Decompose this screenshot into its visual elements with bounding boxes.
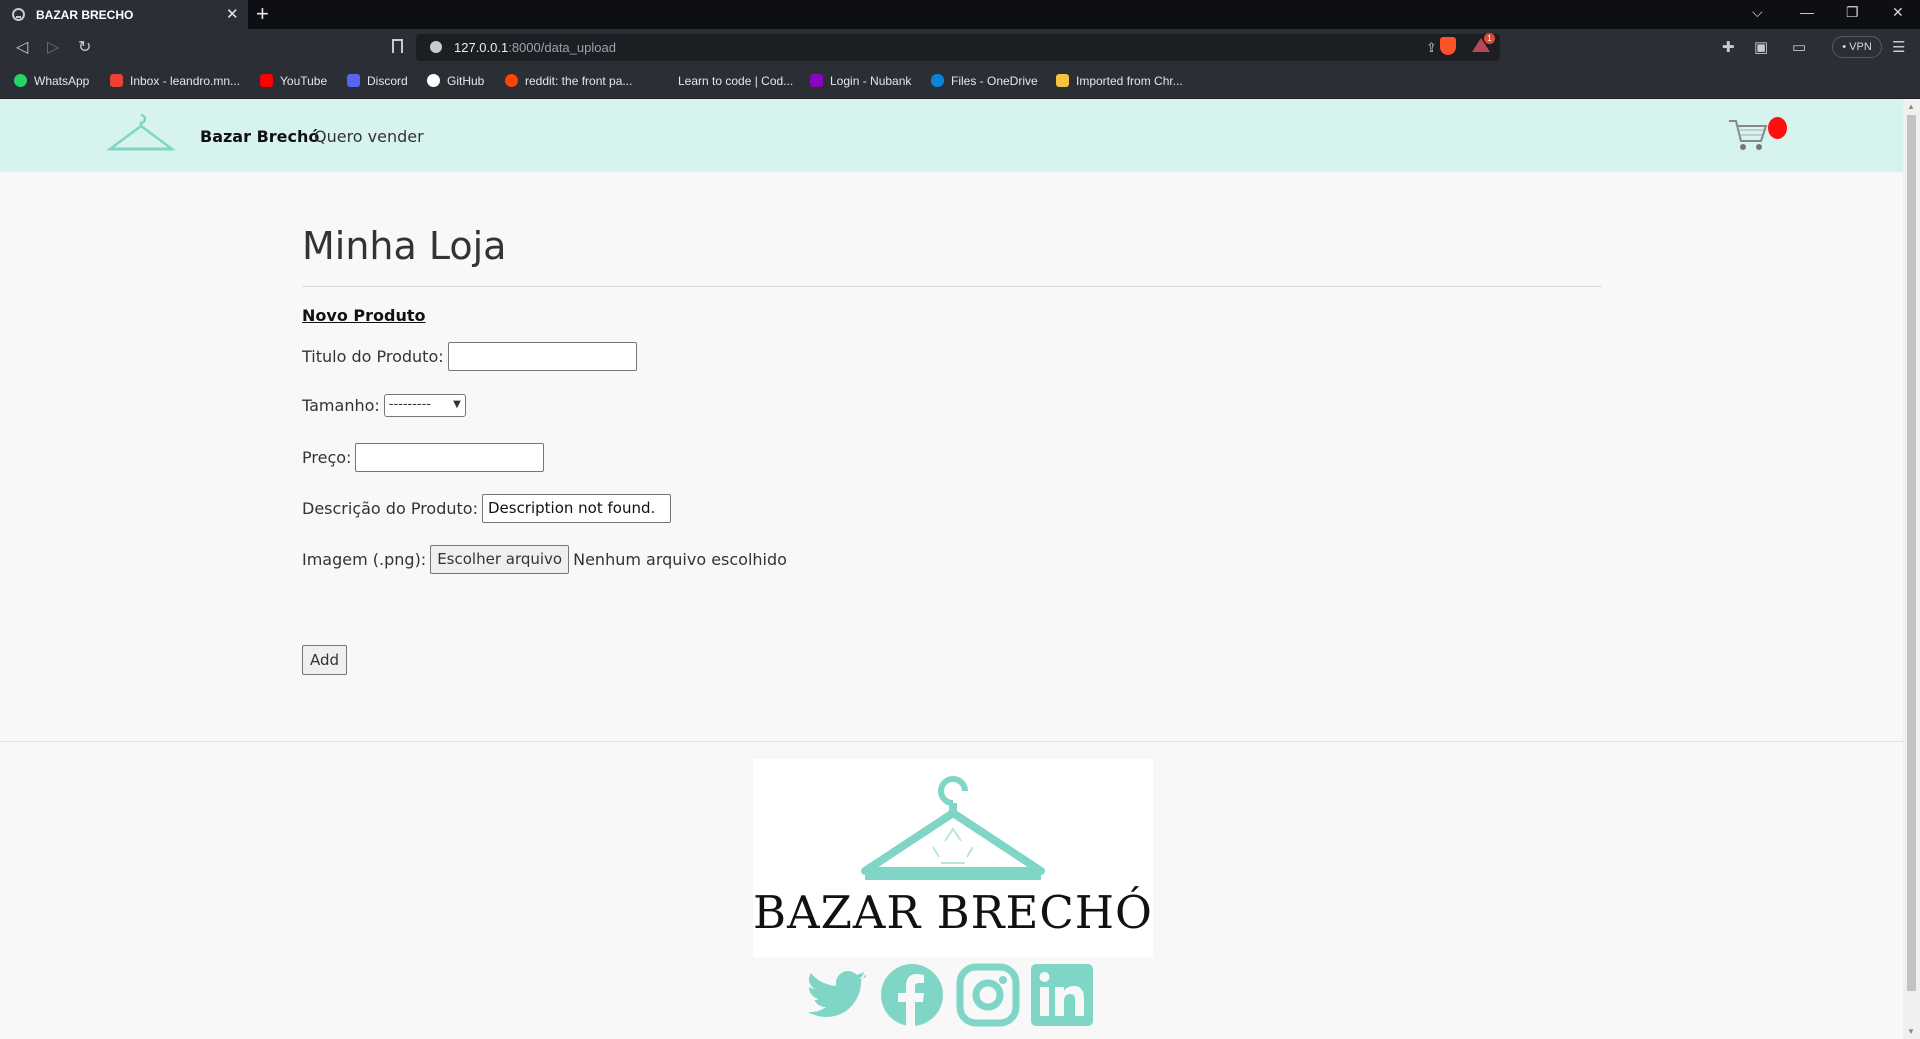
add-button[interactable]: Add (302, 645, 347, 675)
bookmark-reddit[interactable]: reddit: the front pa... (505, 74, 632, 88)
divider (302, 286, 1602, 287)
share-icon[interactable]: ⇪ (1426, 40, 1437, 56)
footer-divider (0, 741, 1903, 742)
reddit-icon (505, 74, 518, 87)
bookmark-whatsapp[interactable]: WhatsApp (14, 74, 89, 88)
title-label: Titulo do Produto: (302, 347, 444, 366)
address-bar[interactable]: 127.0.0.1:8000/data_upload ⇪ (416, 34, 1500, 61)
bookmark-icon[interactable] (392, 39, 403, 53)
footer-brand-text: BAZAR BRECHÓ (753, 886, 1153, 939)
codecademy-icon (658, 74, 671, 87)
image-row: Imagem (.png): Escolher arquivo Nenhum arq… (302, 545, 787, 574)
extensions-icon[interactable]: ✚ (1722, 38, 1735, 56)
web-page: Bazar Brechó Quero vender Minha Loja Nov… (0, 99, 1903, 1039)
title-input[interactable] (447, 342, 637, 371)
bookmark-youtube[interactable]: YouTube (260, 74, 327, 88)
facebook-icon[interactable] (880, 963, 944, 1027)
size-select[interactable]: --------- ▼ (383, 394, 466, 417)
instagram-icon[interactable] (956, 963, 1020, 1027)
bookmark-github[interactable]: GitHub (427, 74, 484, 88)
bookmark-codecademy[interactable]: Learn to code | Cod... (658, 74, 793, 88)
title-row: Titulo do Produto: (302, 342, 637, 371)
image-label: Imagem (.png): (302, 550, 427, 569)
cart-badge (1768, 117, 1787, 139)
footer-hanger-icon (861, 776, 1045, 880)
scrollbar-thumb[interactable] (1907, 115, 1916, 991)
section-title: Novo Produto (302, 306, 426, 325)
bookmark-inbox[interactable]: Inbox - leandro.mn... (110, 74, 240, 88)
bookmark-folder-imported[interactable]: Imported from Chr... (1056, 74, 1183, 88)
tab-search-icon[interactable]: ⌵ (1752, 4, 1763, 21)
description-label: Descrição do Produto: (302, 499, 478, 518)
gmail-icon (110, 74, 123, 87)
bookmark-discord[interactable]: Discord (347, 74, 408, 88)
minimize-button[interactable]: — (1800, 4, 1814, 20)
folder-icon (1056, 74, 1069, 87)
footer-logo: BAZAR BRECHÓ (753, 759, 1153, 957)
youtube-icon (260, 74, 273, 87)
back-icon[interactable]: ◁ (16, 37, 28, 57)
page-scrollbar[interactable]: ▲ ▼ (1903, 99, 1920, 1039)
tab-active[interactable]: BAZAR BRECHO ✕ (0, 0, 248, 29)
bookmark-onedrive[interactable]: Files - OneDrive (931, 74, 1038, 88)
bookmark-nubank[interactable]: Login - Nubank (810, 74, 911, 88)
new-tab-button[interactable]: + (256, 2, 269, 26)
sidebar-icon[interactable]: ▣ (1754, 38, 1768, 56)
vpn-button[interactable]: • VPN (1832, 36, 1882, 58)
forward-icon[interactable]: ▷ (47, 37, 59, 57)
rewards-badge: 1 (1484, 33, 1495, 44)
reload-icon[interactable]: ↻ (78, 37, 91, 57)
description-input[interactable]: Description not found. (481, 494, 671, 523)
size-row: Tamanho: --------- ▼ (302, 394, 466, 417)
discord-icon (347, 74, 360, 87)
brand-link[interactable]: Bazar Brechó (200, 127, 319, 146)
scroll-up-icon[interactable]: ▲ (1907, 102, 1915, 111)
menu-icon[interactable]: ☰ (1892, 38, 1905, 56)
tab-title: BAZAR BRECHO (36, 8, 134, 22)
tab-close-icon[interactable]: ✕ (226, 5, 239, 23)
scroll-down-icon[interactable]: ▼ (1907, 1027, 1915, 1036)
sell-link[interactable]: Quero vender (314, 127, 424, 146)
whatsapp-icon (14, 74, 27, 87)
price-input[interactable] (355, 443, 545, 472)
hanger-logo-icon[interactable] (106, 112, 176, 154)
wallet-icon[interactable]: ▭ (1792, 38, 1806, 56)
site-info-icon[interactable] (430, 41, 442, 53)
github-icon (427, 74, 440, 87)
onedrive-icon (931, 74, 944, 87)
linkedin-icon[interactable] (1030, 963, 1094, 1027)
url-text[interactable]: 127.0.0.1:8000/data_upload (454, 40, 616, 55)
globe-icon (12, 8, 25, 21)
tab-strip: BAZAR BRECHO ✕ + ⌵ — ❐ ✕ (0, 0, 1920, 29)
site-navbar: Bazar Brechó Quero vender (0, 99, 1903, 172)
browser-toolbar: ◁ ▷ ↻ 127.0.0.1:8000/data_upload ⇪ 1 ✚ ▣… (0, 29, 1920, 65)
restore-button[interactable]: ❐ (1846, 4, 1859, 21)
twitter-icon[interactable] (806, 963, 870, 1027)
file-status: Nenhum arquivo escolhido (573, 550, 787, 569)
bookmarks-bar: WhatsApp Inbox - leandro.mn... YouTube D… (0, 65, 1920, 99)
choose-file-button[interactable]: Escolher arquivo (430, 545, 570, 574)
brave-shields-icon[interactable] (1440, 37, 1456, 55)
nubank-icon (810, 74, 823, 87)
page-title: Minha Loja (302, 224, 507, 268)
price-label: Preço: (302, 448, 352, 467)
size-label: Tamanho: (302, 396, 380, 415)
price-row: Preço: (302, 443, 545, 472)
description-row: Descrição do Produto: Description not fou… (302, 494, 671, 523)
cart-icon[interactable] (1728, 117, 1768, 153)
close-window-button[interactable]: ✕ (1892, 4, 1904, 21)
chevron-down-icon: ▼ (453, 399, 461, 410)
